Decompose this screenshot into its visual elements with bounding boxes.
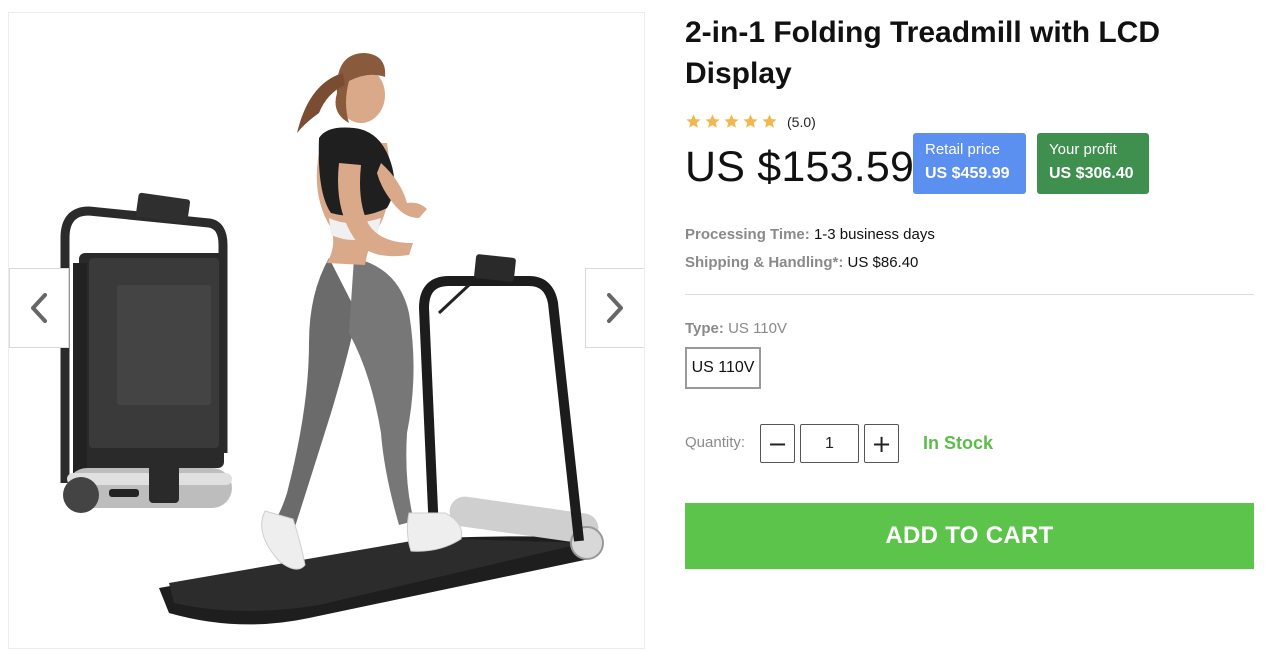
product-rating[interactable]: (5.0) <box>685 113 816 130</box>
star-icon <box>724 114 739 128</box>
profit-value: US $306.40 <box>1049 165 1134 182</box>
star-icon <box>705 114 720 128</box>
variant-type: Type: US 110V <box>685 320 787 337</box>
star-icon <box>762 114 777 128</box>
gallery-next-button[interactable] <box>585 268 644 348</box>
shipping-handling-label: Shipping & Handling*: <box>685 254 844 271</box>
quantity-increase-button[interactable]: + <box>864 424 899 463</box>
rating-stars <box>685 113 778 130</box>
variant-type-value: US 110V <box>728 320 788 337</box>
retail-price-badge: Retail price US $459.99 <box>913 133 1026 194</box>
add-to-cart-button[interactable]: ADD TO CART <box>685 503 1254 569</box>
quantity-decrease-button[interactable]: − <box>760 424 795 463</box>
rating-score: (5.0) <box>787 113 816 130</box>
profit-badge: Your profit US $306.40 <box>1037 133 1149 194</box>
shipping-handling-value: US $86.40 <box>847 254 919 271</box>
stock-status: In Stock <box>923 433 994 453</box>
product-price: US $153.59 <box>685 143 915 191</box>
retail-price-label: Retail price <box>925 141 1001 158</box>
shipping-handling: Shipping & Handling*: US $86.40 <box>685 254 918 271</box>
processing-time-value: 1-3 business days <box>813 226 935 243</box>
variant-option-us-110v[interactable]: US 110V <box>685 347 761 389</box>
chevron-left-icon <box>31 293 47 323</box>
product-title: 2-in-1 Folding Treadmill with LCD Displa… <box>685 16 1161 90</box>
star-icon <box>686 114 701 128</box>
quantity-label: Quantity: <box>685 434 746 451</box>
chevron-right-icon <box>607 293 623 323</box>
quantity-input[interactable] <box>800 424 859 463</box>
gallery-prev-button[interactable] <box>9 268 69 348</box>
processing-time: Processing Time: 1-3 business days <box>685 226 935 243</box>
variant-type-label: Type: <box>685 320 724 337</box>
profit-label: Your profit <box>1049 141 1117 158</box>
retail-price-value: US $459.99 <box>925 165 1010 182</box>
section-divider <box>685 294 1254 295</box>
processing-time-label: Processing Time: <box>685 226 810 243</box>
product-gallery <box>8 12 645 649</box>
product-image <box>60 53 604 625</box>
folded-treadmill <box>60 192 232 513</box>
star-icon <box>743 114 758 128</box>
